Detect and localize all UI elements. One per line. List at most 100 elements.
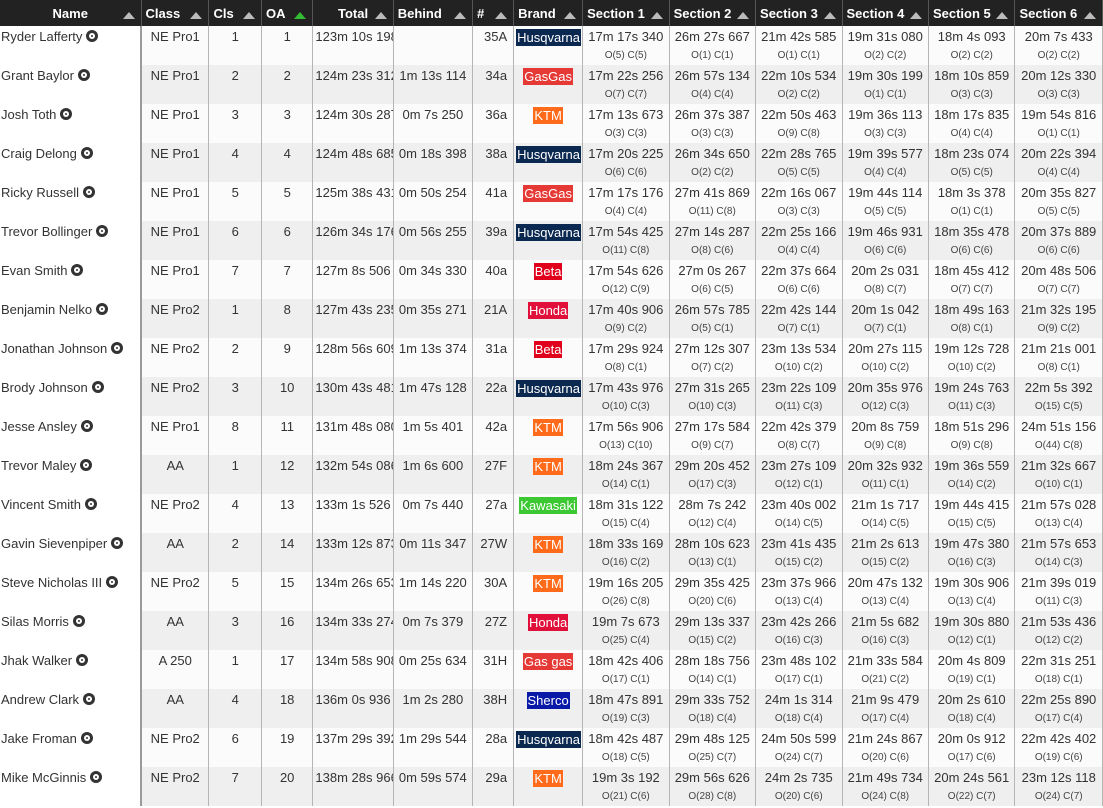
rider-name[interactable]: Josh Toth — [1, 107, 56, 122]
table-row[interactable]: Jake Froman NE Pro2 6 19 137m 29s 392 1m 29s … — [0, 728, 1103, 767]
table-row[interactable]: Ryder Lafferty NE Pro1 1 1 123m 10s 198 35A Hu… — [0, 26, 1103, 65]
table-row[interactable]: Jesse Ansley NE Pro1 8 11 131m 48s 080 1m 5s … — [0, 416, 1103, 455]
eye-icon[interactable] — [71, 264, 84, 276]
rider-name[interactable]: Mike McGinnis — [1, 770, 86, 785]
table-row[interactable]: Brody Johnson NE Pro2 3 10 130m 43s 481 1m 47… — [0, 377, 1103, 416]
table-row[interactable]: Grant Baylor NE Pro1 2 2 124m 23s 312 1m 13s … — [0, 65, 1103, 104]
rider-name[interactable]: Brody Johnson — [1, 380, 88, 395]
eye-icon[interactable] — [91, 381, 104, 393]
rider-name[interactable]: Ryder Lafferty — [1, 29, 82, 44]
behind-time-cell: 0m 25s 634 — [393, 650, 473, 689]
rider-name[interactable]: Grant Baylor — [1, 68, 74, 83]
table-row[interactable]: Steve Nicholas III NE Pro2 5 15 134m 26s 653… — [0, 572, 1103, 611]
sort-arrow-icon[interactable] — [737, 12, 750, 19]
eye-icon[interactable] — [76, 654, 89, 666]
rider-name[interactable]: Jonathan Johnson — [1, 341, 107, 356]
section-position: O(12) C(2) — [1034, 635, 1083, 646]
section-time: 19m 44s 114 — [848, 185, 923, 200]
rider-name[interactable]: Jake Froman — [1, 731, 77, 746]
eye-icon[interactable] — [80, 732, 93, 744]
sort-arrow-icon[interactable] — [374, 12, 387, 19]
sort-arrow-icon[interactable] — [909, 12, 922, 19]
column-header-total[interactable]: Total — [312, 0, 394, 26]
column-header-s1[interactable]: Section 1 — [582, 0, 670, 26]
sort-arrow-icon[interactable] — [650, 12, 663, 19]
sort-arrow-icon[interactable] — [242, 12, 255, 19]
column-header-name[interactable]: Name — [0, 0, 142, 26]
eye-icon[interactable] — [83, 693, 96, 705]
eye-icon[interactable] — [60, 108, 73, 120]
table-row[interactable]: Benjamin Nelko NE Pro2 1 8 127m 43s 235 0m 35… — [0, 299, 1103, 338]
table-row[interactable]: Vincent Smith NE Pro2 4 13 133m 1s 526 0m 7s … — [0, 494, 1103, 533]
eye-icon[interactable] — [111, 342, 124, 354]
table-row[interactable]: Josh Toth NE Pro1 3 3 124m 30s 287 0m 7s 250 3… — [0, 104, 1103, 143]
column-header-brand[interactable]: Brand — [513, 0, 584, 26]
column-header-cls[interactable]: Cls — [208, 0, 262, 26]
eye-icon[interactable] — [86, 30, 99, 42]
column-header-s6[interactable]: Section 6 — [1014, 0, 1103, 26]
column-header-s4[interactable]: Section 4 — [842, 0, 929, 26]
sort-arrow-icon[interactable] — [495, 12, 508, 19]
eye-icon[interactable] — [106, 576, 119, 588]
section-2-cell: 29m 48s 125 O(25) C(7) — [669, 728, 757, 767]
rider-name[interactable]: Trevor Maley — [1, 458, 76, 473]
rider-name[interactable]: Vincent Smith — [1, 497, 81, 512]
table-row[interactable]: Evan Smith NE Pro1 7 7 127m 8s 506 0m 34s 330… — [0, 260, 1103, 299]
sort-arrow-icon[interactable] — [294, 12, 307, 19]
table-row[interactable]: Jhak Walker A 250 1 17 134m 58s 908 0m 25s 63… — [0, 650, 1103, 689]
eye-icon[interactable] — [80, 459, 93, 471]
section-position: O(12) C(1) — [947, 635, 996, 646]
column-header-s5[interactable]: Section 5 — [928, 0, 1016, 26]
column-header-s3[interactable]: Section 3 — [755, 0, 843, 26]
eye-icon[interactable] — [96, 303, 109, 315]
column-header-s2[interactable]: Section 2 — [669, 0, 757, 26]
eye-icon[interactable] — [111, 537, 124, 549]
sort-arrow-icon[interactable] — [122, 12, 135, 19]
eye-icon[interactable] — [83, 186, 96, 198]
class-cell: AA — [141, 455, 210, 494]
eye-icon[interactable] — [77, 69, 90, 81]
column-header-num[interactable]: # — [472, 0, 515, 26]
eye-icon[interactable] — [96, 225, 109, 237]
column-header-behind[interactable]: Behind — [393, 0, 473, 26]
table-row[interactable]: Mike McGinnis NE Pro2 7 20 138m 28s 966 0m 59… — [0, 767, 1103, 806]
bike-number-cell: 35A — [472, 26, 515, 65]
rider-name[interactable]: Jesse Ansley — [1, 419, 77, 434]
eye-icon[interactable] — [80, 147, 93, 159]
rider-name-cell: Craig Delong — [0, 143, 143, 182]
section-6-cell: 21m 32s 667 O(10) C(1) — [1014, 455, 1103, 494]
sort-arrow-icon[interactable] — [823, 12, 836, 19]
rider-name-cell: Jonathan Johnson — [0, 338, 143, 377]
rider-name[interactable]: Andrew Clark — [1, 692, 79, 707]
rider-name[interactable]: Gavin Sievenpiper — [1, 536, 107, 551]
sort-arrow-icon[interactable] — [190, 12, 203, 19]
table-row[interactable]: Craig Delong NE Pro1 4 4 124m 48s 685 0m 18s … — [0, 143, 1103, 182]
rider-name[interactable]: Silas Morris — [1, 614, 69, 629]
column-header-class[interactable]: Class — [141, 0, 210, 26]
rider-name[interactable]: Trevor Bollinger — [1, 224, 92, 239]
rider-name[interactable]: Benjamin Nelko — [1, 302, 92, 317]
sort-arrow-icon[interactable] — [996, 12, 1009, 19]
table-row[interactable]: Ricky Russell NE Pro1 5 5 125m 38s 431 0m 50s… — [0, 182, 1103, 221]
table-row[interactable]: Gavin Sievenpiper AA 2 14 133m 12s 873 0m 11s… — [0, 533, 1103, 572]
rider-name[interactable]: Craig Delong — [1, 146, 77, 161]
rider-name[interactable]: Steve Nicholas III — [1, 575, 102, 590]
eye-icon[interactable] — [90, 771, 103, 783]
rider-name[interactable]: Ricky Russell — [1, 185, 79, 200]
eye-icon[interactable] — [84, 498, 97, 510]
rider-name[interactable]: Evan Smith — [1, 263, 67, 278]
rider-name[interactable]: Jhak Walker — [1, 653, 72, 668]
section-position: O(25) C(7) — [688, 752, 737, 763]
eye-icon[interactable] — [80, 420, 93, 432]
section-6-cell: 21m 21s 001 O(8) C(1) — [1014, 338, 1103, 377]
table-row[interactable]: Trevor Maley AA 1 12 132m 54s 086 1m 6s 600 27… — [0, 455, 1103, 494]
sort-arrow-icon[interactable] — [453, 12, 466, 19]
sort-arrow-icon[interactable] — [1084, 12, 1096, 19]
table-row[interactable]: Trevor Bollinger NE Pro1 6 6 126m 34s 176 0m … — [0, 221, 1103, 260]
column-header-oa[interactable]: OA — [261, 0, 314, 26]
table-row[interactable]: Andrew Clark AA 4 18 136m 0s 936 1m 2s 280 38H… — [0, 689, 1103, 728]
sort-arrow-icon[interactable] — [564, 12, 577, 19]
table-row[interactable]: Jonathan Johnson NE Pro2 2 9 128m 56s 609 1m … — [0, 338, 1103, 377]
eye-icon[interactable] — [72, 615, 85, 627]
table-row[interactable]: Silas Morris AA 3 16 134m 33s 274 0m 7s 379 27… — [0, 611, 1103, 650]
